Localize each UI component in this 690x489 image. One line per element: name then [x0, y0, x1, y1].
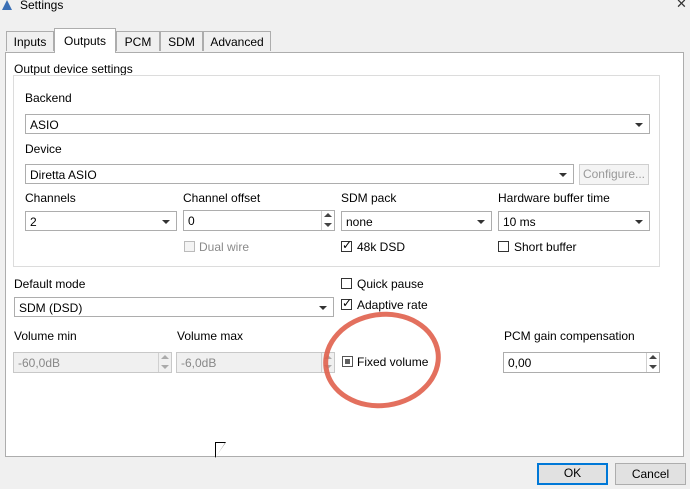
channel-offset-value: 0	[188, 214, 195, 228]
sdm-pack-label: SDM pack	[341, 191, 397, 205]
dual-wire-label: Dual wire	[199, 240, 250, 254]
arrow-down-icon	[649, 365, 657, 369]
configure-button[interactable]: Configure...	[579, 164, 649, 185]
volume-min-label: Volume min	[14, 329, 77, 343]
chevron-down-icon	[477, 220, 485, 224]
mouse-cursor-fill	[216, 443, 225, 457]
dual-wire-checkbox[interactable]	[184, 241, 195, 252]
dsd48k-label: 48k DSD	[357, 240, 406, 254]
default-mode-value: SDM (DSD)	[19, 301, 83, 315]
chevron-down-icon	[635, 220, 643, 224]
tab-outputs[interactable]: Outputs	[54, 28, 116, 53]
quick-pause-label: Quick pause	[357, 277, 424, 291]
spin-buttons[interactable]	[321, 211, 334, 230]
arrow-down-icon	[161, 365, 169, 369]
short-buffer-checkbox[interactable]	[498, 241, 509, 252]
backend-value: ASIO	[30, 118, 59, 132]
group-title: Output device settings	[14, 62, 133, 76]
channels-label: Channels	[25, 191, 76, 205]
pcm-gain-value: 0,00	[508, 356, 532, 370]
channels-combo[interactable]: 2	[25, 211, 177, 231]
window-title: Settings	[20, 0, 64, 12]
channels-value: 2	[30, 215, 37, 229]
adaptive-rate-checkbox[interactable]	[341, 296, 352, 310]
hw-buffer-value: 10 ms	[503, 215, 536, 229]
sdm-pack-combo[interactable]: none	[341, 211, 492, 231]
dsd48k-checkbox[interactable]	[341, 238, 352, 252]
app-icon	[2, 0, 12, 10]
arrow-up-icon	[324, 213, 332, 217]
adaptive-rate-label: Adaptive rate	[357, 298, 428, 312]
tab-inputs[interactable]: Inputs	[6, 31, 54, 51]
tab-advanced[interactable]: Advanced	[203, 31, 271, 51]
arrow-up-icon	[649, 355, 657, 359]
tab-pcm[interactable]: PCM	[116, 31, 160, 51]
ok-button[interactable]: OK	[537, 463, 608, 485]
spin-buttons[interactable]	[646, 353, 659, 372]
volume-max-spinbox[interactable]: -6,0dB	[176, 352, 335, 373]
chevron-down-icon	[162, 220, 170, 224]
default-mode-combo[interactable]: SDM (DSD)	[14, 297, 334, 317]
volume-max-value: -6,0dB	[181, 356, 217, 370]
tab-sdm[interactable]: SDM	[160, 31, 203, 51]
device-value: Diretta ASIO	[30, 168, 97, 182]
hw-buffer-label: Hardware buffer time	[498, 191, 610, 205]
chevron-down-icon	[635, 123, 643, 127]
cancel-button[interactable]: Cancel	[615, 463, 686, 485]
arrow-up-icon	[161, 355, 169, 359]
chevron-down-icon	[559, 173, 567, 177]
channel-offset-spinbox[interactable]: 0	[183, 210, 335, 231]
spin-buttons[interactable]	[158, 353, 171, 372]
channel-offset-label: Channel offset	[183, 191, 261, 205]
close-icon[interactable]: ✕	[676, 0, 687, 12]
backend-label: Backend	[25, 91, 72, 105]
device-label: Device	[25, 142, 62, 156]
pcm-gain-spinbox[interactable]: 0,00	[503, 352, 660, 373]
short-buffer-label: Short buffer	[514, 240, 577, 254]
hw-buffer-combo[interactable]: 10 ms	[498, 211, 650, 231]
device-combo[interactable]: Diretta ASIO	[25, 164, 574, 184]
pcm-gain-label: PCM gain compensation	[504, 329, 635, 343]
arrow-down-icon	[324, 223, 332, 227]
volume-max-label: Volume max	[177, 329, 244, 343]
default-mode-label: Default mode	[14, 277, 86, 291]
backend-combo[interactable]: ASIO	[25, 114, 650, 134]
quick-pause-checkbox[interactable]	[341, 278, 352, 289]
chevron-down-icon	[319, 306, 327, 310]
volume-min-spinbox[interactable]: -60,0dB	[13, 352, 172, 373]
volume-min-value: -60,0dB	[18, 356, 61, 370]
title-bar	[0, 0, 690, 20]
sdm-pack-value: none	[346, 215, 373, 229]
